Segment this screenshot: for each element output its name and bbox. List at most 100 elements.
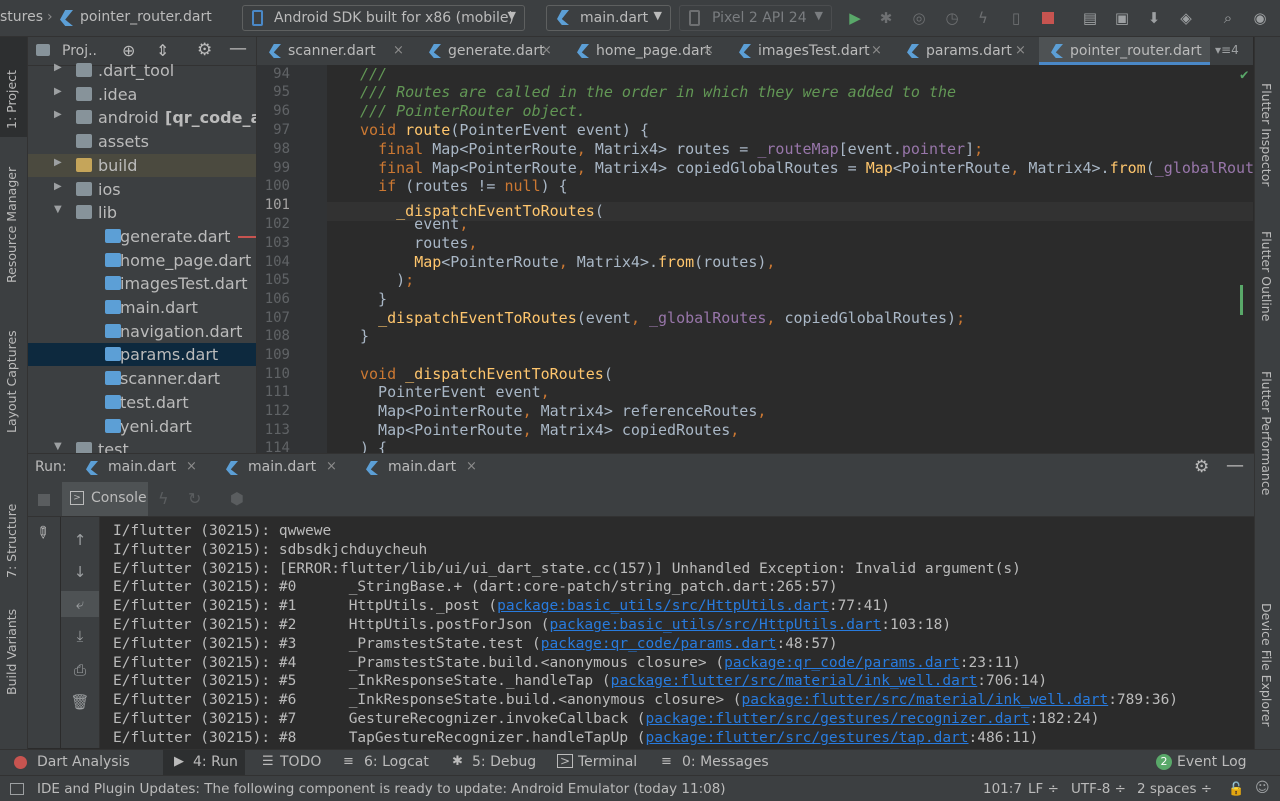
breadcrumb-project[interactable]: stures <box>0 9 43 25</box>
chevron-right-icon[interactable]: ▶ <box>54 157 62 168</box>
tree-item[interactable]: ▶ build <box>28 153 256 177</box>
tab-flutter-inspector[interactable]: Flutter Inspector <box>1255 37 1280 187</box>
tree-item[interactable]: home_page.dart <box>28 249 256 272</box>
tab-build-variants[interactable]: Build Variants <box>0 607 27 727</box>
console-link[interactable]: package:basic_utils/src/HttpUtils.dart <box>550 617 882 633</box>
run-tab[interactable]: main.dart × <box>218 454 352 482</box>
indent-setting[interactable]: 2 spaces ÷ <box>1137 781 1212 797</box>
tab-console[interactable]: > Console <box>62 482 148 516</box>
caret-position[interactable]: 101:7 <box>983 781 1022 797</box>
tree-item[interactable]: test.dart <box>28 391 256 414</box>
tree-item[interactable]: ▼ lib <box>28 201 256 224</box>
tab-flutter-outline[interactable]: Flutter Outline <box>1255 207 1280 327</box>
console-link[interactable]: package:flutter/src/material/ink_well.da… <box>742 692 1109 708</box>
hide-panel-icon[interactable]: — <box>229 38 247 59</box>
tab-debug[interactable]: 5: Debug <box>472 754 536 770</box>
close-icon[interactable]: × <box>393 43 404 58</box>
tree-item[interactable]: imagesTest.dart <box>28 272 256 295</box>
tree-item[interactable]: yeni.dart <box>28 415 256 438</box>
tab-logcat[interactable]: 6: Logcat <box>364 754 429 770</box>
search-icon[interactable]: ⌕ <box>1218 8 1238 28</box>
hot-reload-icon[interactable]: ϟ <box>158 489 169 508</box>
console-link[interactable]: package:flutter/src/gestures/recognizer.… <box>646 711 1030 727</box>
sync-project-icon[interactable]: ▤ <box>1080 8 1100 28</box>
editor-tab[interactable]: scanner.dart × <box>257 37 417 65</box>
tree-item[interactable]: ▶ android [qr_code_ar <box>28 106 256 129</box>
sdk-manager-icon[interactable]: ⬇ <box>1144 8 1164 28</box>
run-tab[interactable]: main.dart × <box>358 454 492 482</box>
gear-icon[interactable]: ⚙ <box>197 40 212 60</box>
console-link[interactable]: package:basic_utils/src/HttpUtils.dart <box>497 598 829 614</box>
soft-wrap-icon[interactable]: ⤶ <box>61 591 99 617</box>
chevron-right-icon[interactable]: ▶ <box>54 109 62 120</box>
tab-overflow-icon[interactable]: ▾≡4 <box>1215 43 1239 57</box>
close-icon[interactable]: × <box>703 43 714 58</box>
tree-item[interactable]: ▼ test <box>28 438 256 453</box>
code-editor[interactable]: /// /// Routes are called in the order i… <box>327 65 1253 453</box>
breadcrumb-file[interactable]: pointer_router.dart <box>80 9 212 25</box>
tab-flutter-performance[interactable]: Flutter Performance <box>1255 347 1280 507</box>
panel-toggle-icon[interactable] <box>10 783 24 795</box>
hide-panel-icon[interactable]: — <box>1226 455 1244 476</box>
run-tab[interactable]: main.dart × <box>78 454 212 482</box>
trash-icon[interactable]: 🗑 <box>61 689 99 715</box>
stop-icon[interactable] <box>38 494 50 506</box>
chevron-right-icon[interactable]: ▶ <box>54 62 62 73</box>
arrow-down-icon[interactable]: ↓ <box>61 559 99 585</box>
tab-resource-manager[interactable]: Resource Manager <box>0 155 27 305</box>
run-config-selector[interactable]: main.dart ▼ <box>546 5 671 31</box>
lock-icon[interactable]: 🔓 <box>1228 782 1244 797</box>
attach-icon[interactable]: ◎ <box>909 8 929 28</box>
chevron-down-icon[interactable]: ▼ <box>54 204 62 215</box>
tree-item[interactable]: scanner.dart <box>28 367 256 390</box>
tree-item[interactable]: assets <box>28 130 256 153</box>
collapse-all-icon[interactable]: ⇕ <box>156 41 169 60</box>
close-icon[interactable]: × <box>541 43 552 58</box>
console-link[interactable]: package:flutter/src/gestures/tap.dart <box>646 730 969 746</box>
tab-terminal[interactable]: Terminal <box>578 754 637 770</box>
editor-tab[interactable]: home_page.dart × <box>565 37 727 65</box>
close-icon[interactable]: × <box>871 43 882 58</box>
tree-item[interactable]: ▶ .dart_tool <box>28 59 256 82</box>
file-encoding[interactable]: UTF-8 ÷ <box>1071 781 1126 797</box>
locate-icon[interactable]: ⊕ <box>122 41 135 60</box>
editor-tab[interactable]: pointer_router.dart <box>1039 37 1210 65</box>
tree-item[interactable]: main.dart <box>28 296 256 319</box>
tab-device-file-explorer[interactable]: Device File Explorer <box>1255 577 1280 747</box>
close-icon[interactable]: × <box>466 459 477 474</box>
chevron-down-icon[interactable]: ▼ <box>54 441 62 452</box>
console-link[interactable]: package:qr_code/params.dart <box>724 655 960 671</box>
hot-reload-icon[interactable]: ϟ <box>973 8 993 28</box>
hot-restart-icon[interactable]: ▯ <box>1006 8 1026 28</box>
tab-run[interactable]: ▶ 4: Run <box>163 750 245 775</box>
tree-item[interactable]: ▶ ios <box>28 178 256 201</box>
run-icon[interactable]: ▶ <box>845 8 865 28</box>
editor-tab[interactable]: generate.dart × <box>417 37 565 65</box>
tab-event-log[interactable]: Event Log <box>1177 754 1247 770</box>
hot-restart-icon[interactable]: ↻ <box>188 489 201 508</box>
tab-dart-analysis[interactable]: Dart Analysis <box>37 754 130 770</box>
console-link[interactable]: package:flutter/src/material/ink_well.da… <box>611 673 978 689</box>
debug-icon[interactable]: ✱ <box>876 8 896 28</box>
tree-item[interactable]: ▶ .idea <box>28 83 256 106</box>
tab-layout-captures[interactable]: Layout Captures <box>0 325 27 450</box>
profile-icon[interactable]: ◷ <box>942 8 962 28</box>
editor-tab[interactable]: params.dart × <box>895 37 1039 65</box>
tree-item[interactable]: params.dart <box>28 343 256 367</box>
chevron-right-icon[interactable]: ▶ <box>54 86 62 97</box>
tab-todo[interactable]: TODO <box>280 754 321 770</box>
tab-project[interactable]: 1: Project <box>0 37 27 137</box>
close-icon[interactable]: × <box>186 459 197 474</box>
inspector-icon[interactable]: ☺ <box>1255 780 1270 796</box>
tree-item[interactable]: generate.dart <box>28 225 256 248</box>
project-view-selector[interactable]: Proj.. <box>62 43 97 59</box>
avd-selector[interactable]: Pixel 2 API 24 ▼ <box>679 5 832 31</box>
close-icon[interactable]: × <box>326 459 337 474</box>
editor-tab[interactable]: imagesTest.dart × <box>727 37 895 65</box>
stop-icon[interactable] <box>1038 8 1058 28</box>
scroll-to-end-icon[interactable]: ⤓ <box>61 623 99 649</box>
avd-manager-icon[interactable]: ▣ <box>1112 8 1132 28</box>
status-message[interactable]: IDE and Plugin Updates: The following co… <box>37 781 726 797</box>
gear-icon[interactable]: ⚙ <box>1194 457 1209 477</box>
print-icon[interactable]: ⎙ <box>61 657 99 683</box>
